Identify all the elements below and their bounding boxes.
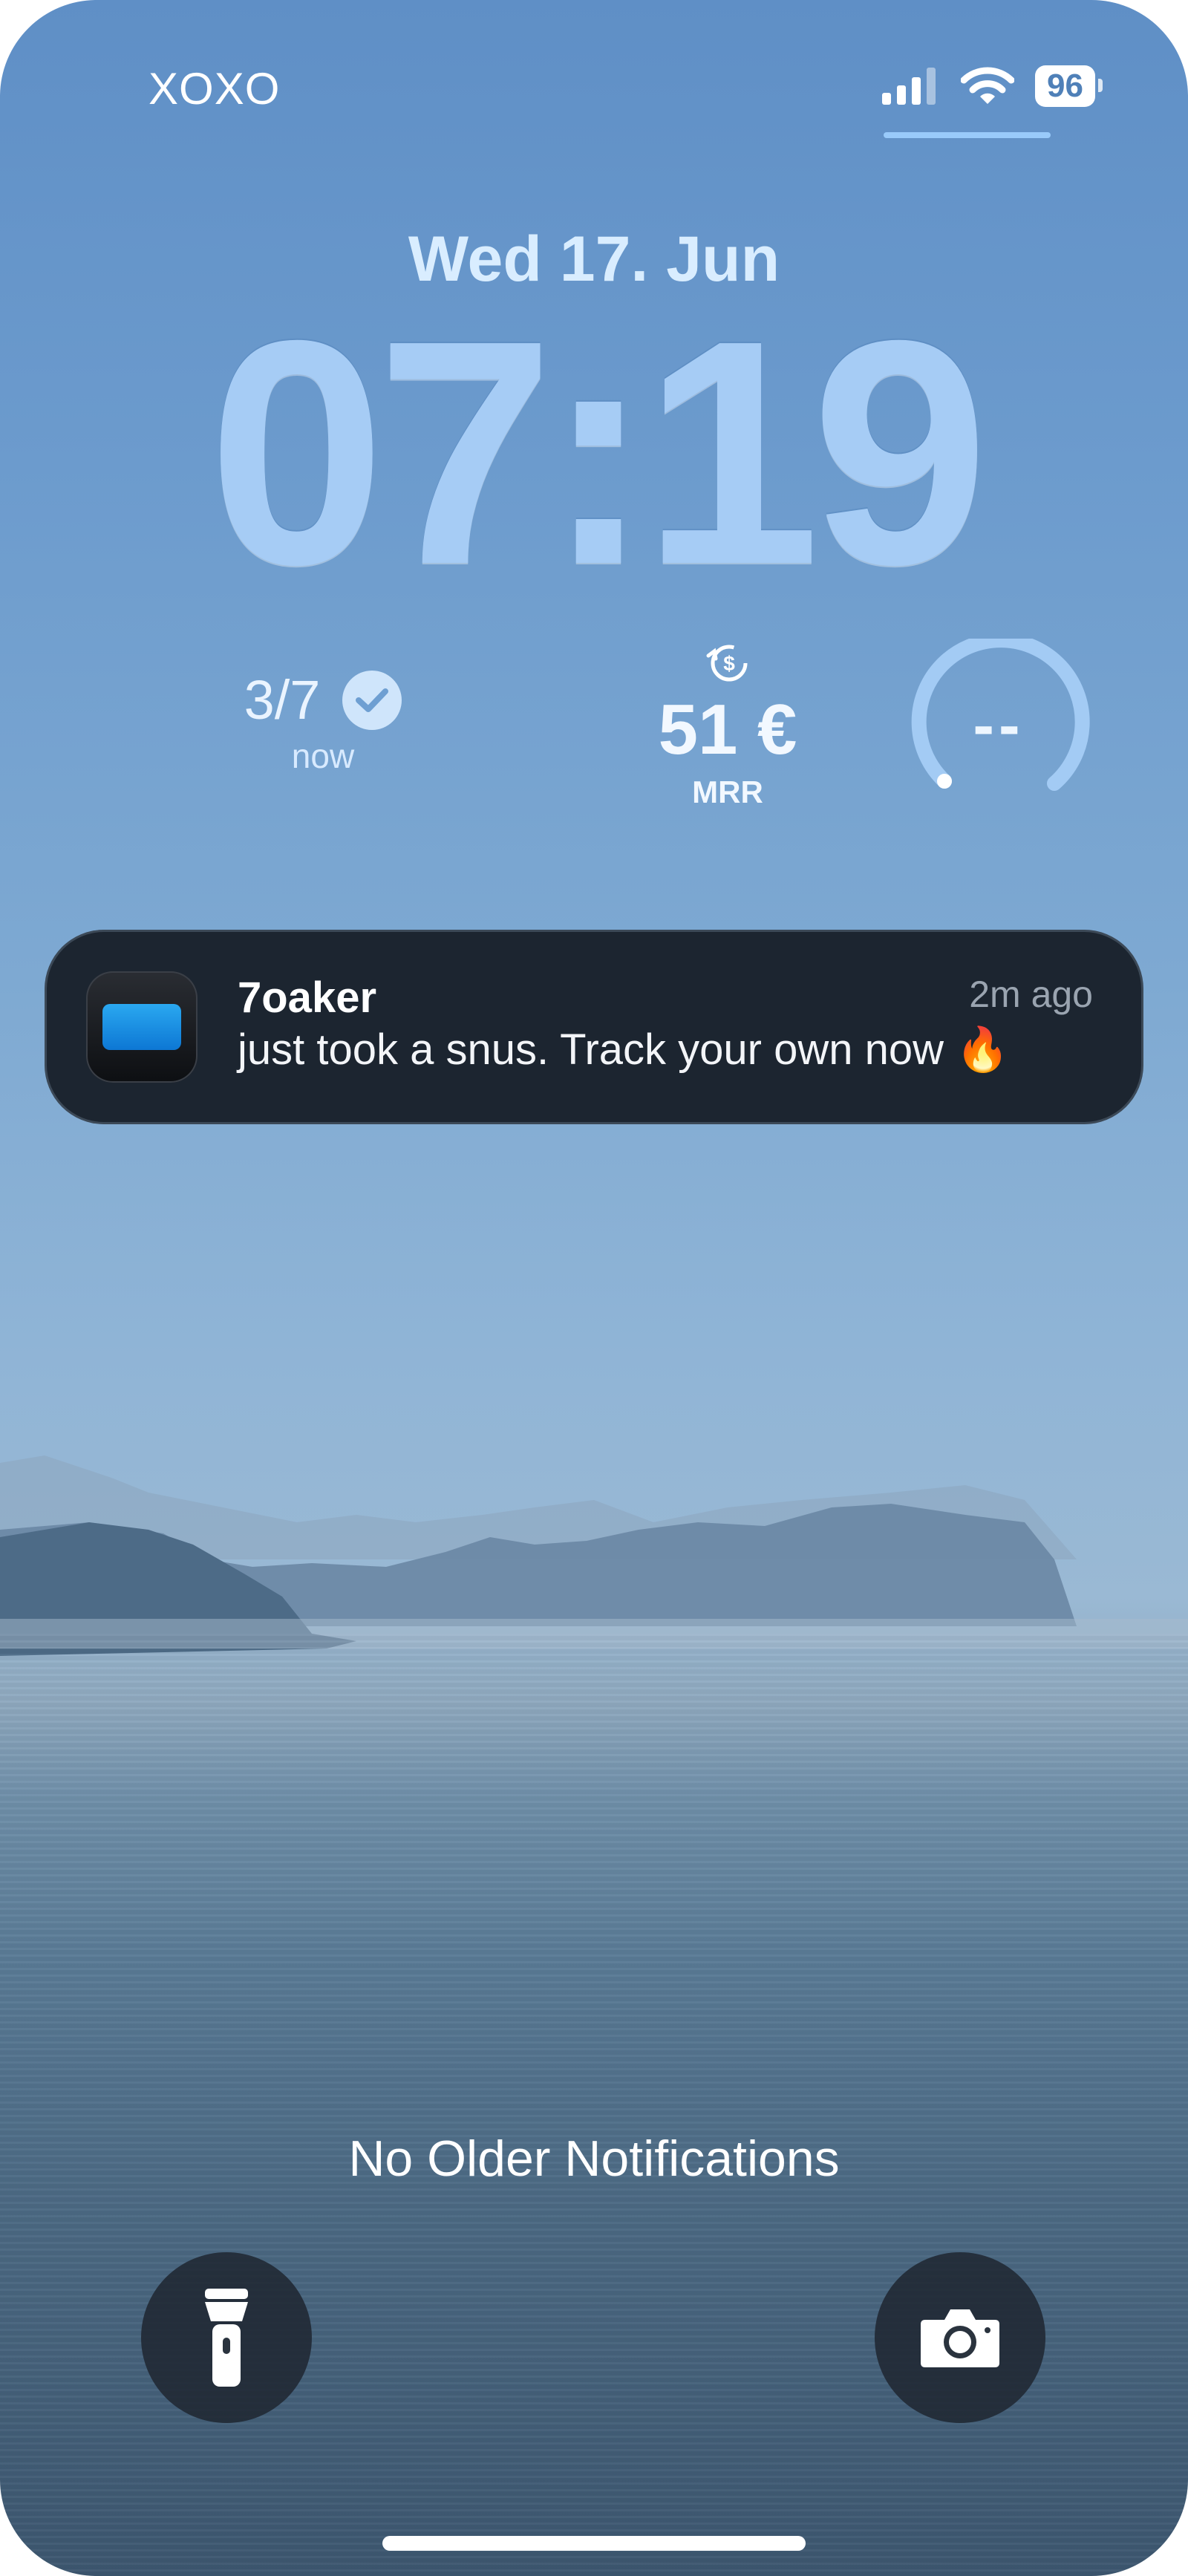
home-indicator[interactable]	[382, 2536, 806, 2551]
gauge-value: --	[973, 690, 1025, 761]
notification-message: just took a snus. Track your own now 🔥	[238, 1025, 1010, 1074]
checkmark-icon	[342, 670, 402, 730]
revenue-value: 51 €	[658, 690, 797, 769]
notification-app-name: 7oaker	[238, 974, 377, 1022]
camera-button[interactable]	[875, 2252, 1045, 2423]
flashlight-button[interactable]	[141, 2252, 312, 2423]
wallpaper-sea	[0, 1634, 1188, 2576]
cellular-signal-icon	[882, 68, 936, 105]
carrier-label: XOXO	[148, 64, 281, 114]
recurring-money-icon: $	[706, 645, 748, 682]
status-icons: 96	[882, 65, 1103, 107]
notification-card[interactable]: 7oaker 2m ago just took a snus. Track yo…	[45, 930, 1143, 1124]
wifi-icon	[961, 67, 1015, 104]
status-indicator-line	[884, 132, 1051, 138]
flashlight-icon	[205, 2289, 248, 2387]
revenue-widget[interactable]: $ 51 € MRR	[631, 642, 824, 810]
tasks-label: now	[291, 737, 355, 775]
gauge-widget[interactable]: --	[906, 633, 1091, 809]
battery-indicator: 96	[1035, 65, 1103, 107]
revenue-label: MRR	[692, 775, 763, 809]
svg-text:$: $	[723, 652, 735, 675]
camera-icon	[921, 2309, 999, 2367]
tasks-widget[interactable]: 3/7 now	[223, 668, 423, 776]
tasks-value: 3/7	[244, 669, 321, 731]
clock: 07:19	[208, 275, 989, 631]
no-older-notifications: No Older Notifications	[348, 2130, 840, 2187]
app-icon	[86, 971, 198, 1083]
notification-time: 2m ago	[969, 974, 1093, 1015]
